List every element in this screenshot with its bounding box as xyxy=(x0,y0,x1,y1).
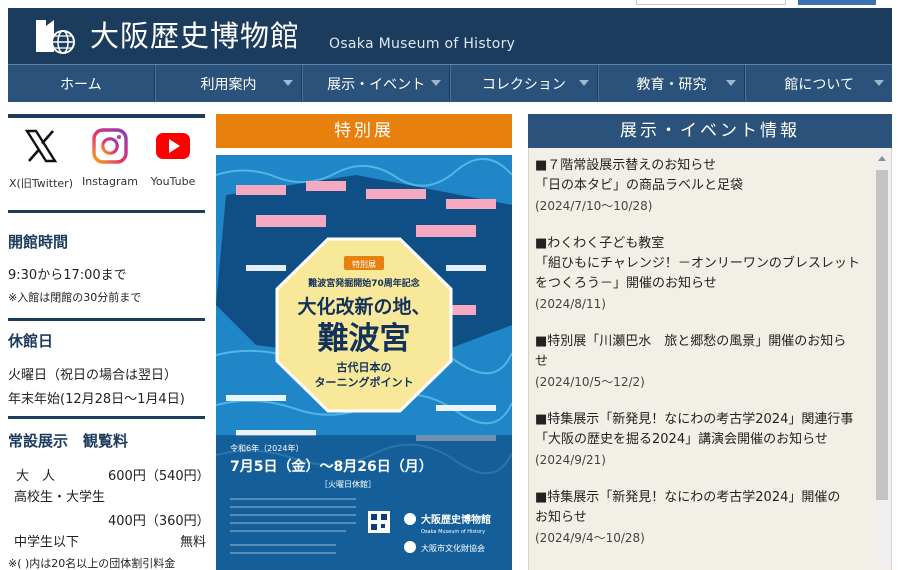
fee-student-price: 400円（360円） xyxy=(108,514,210,529)
event-item[interactable]: ■わくわく子ども教室 「組ひもにチャレンジ！－オンリーワンのブレスレット をつく… xyxy=(535,234,873,314)
nav-label: ホーム xyxy=(60,76,102,93)
events-heading: 展示・イベント情報 xyxy=(528,114,892,148)
fee-child-price: 無料 xyxy=(180,535,207,550)
hours-time: 9:30から17:00まで xyxy=(8,268,127,283)
nav-exhibitions[interactable]: 展示・イベント xyxy=(302,65,451,102)
event-item[interactable]: ■特集展示「新発見！なにわの考古学2024」開催の お知らせ (2024/9/4… xyxy=(535,488,873,548)
chevron-down-icon xyxy=(726,80,737,86)
event-item[interactable]: ■特別展「川瀬巴水 旅と郷愁の風景」開催のお知ら せ (2024/10/5～12… xyxy=(535,332,873,392)
nav-label: コレクション xyxy=(481,76,566,93)
poster-year: 令和6年（2024年） xyxy=(230,443,303,453)
nav-about[interactable]: 館について xyxy=(745,65,892,102)
event-title: ■わくわく子ども教室 xyxy=(535,236,665,251)
poster-museum-name-en: Osaka Museum of History xyxy=(421,529,485,535)
poster-tagline1: 古代日本の xyxy=(337,360,392,374)
sns-label: X(旧Twitter) xyxy=(9,177,73,190)
sidebar: X(旧Twitter) Instagram YouTube 開館時間 9:30か… xyxy=(8,114,210,570)
fee-student-label: 高校生・大学生 xyxy=(14,490,106,505)
event-title: せ xyxy=(535,354,549,369)
sns-label: Instagram xyxy=(82,175,138,188)
hours-title: 開館時間 xyxy=(8,233,69,251)
divider xyxy=(8,416,205,419)
divider xyxy=(8,114,205,118)
closed-days: 火曜日（祝日の場合は翌日） xyxy=(8,368,178,383)
fee-title: 常設展示 観覧料 xyxy=(8,432,129,450)
search-input[interactable] xyxy=(636,0,786,5)
sns-links: X(旧Twitter) Instagram YouTube xyxy=(8,128,205,208)
nav-education[interactable]: 教育・研究 xyxy=(597,65,746,102)
chevron-down-icon xyxy=(874,80,885,86)
instagram-icon xyxy=(92,128,128,164)
special-exhibition-poster[interactable]: 特別展 難波宮発掘開始70周年記念 大化改新の地、 難波宮 古代日本の ターニン… xyxy=(216,155,512,570)
event-title: ■特集展示「新発見！なにわの考古学2024」開催の xyxy=(535,490,841,505)
sns-link-instagram[interactable]: Instagram xyxy=(77,128,143,188)
poster-title-line1: 大化改新の地、 xyxy=(297,295,430,318)
event-date: (2024/9/21) xyxy=(535,453,606,467)
special-exhibition-heading: 特別展 xyxy=(216,114,512,148)
event-title: 「日の本タビ」の商品ラベルと足袋 xyxy=(535,178,744,193)
event-title: をつくろう－」開催のお知らせ xyxy=(535,276,717,291)
hours-note: ※入館は閉館の30分前まで xyxy=(8,291,142,304)
sns-link-x[interactable]: X(旧Twitter) xyxy=(8,128,74,191)
divider xyxy=(8,318,205,321)
events-list: ■７階常設展示替えのお知らせ 「日の本タビ」の商品ラベルと足袋 (2024/7/… xyxy=(535,156,873,566)
event-title: 「組ひもにチャレンジ！－オンリーワンのブレスレット xyxy=(535,256,860,271)
event-item[interactable]: ■７階常設展示替えのお知らせ 「日の本タビ」の商品ラベルと足袋 (2024/7/… xyxy=(535,156,873,216)
chevron-down-icon xyxy=(578,80,589,86)
poster-subtitle: 難波宮発掘開始70周年記念 xyxy=(308,277,420,289)
site-title-english: Osaka Museum of History xyxy=(329,36,516,52)
divider xyxy=(8,210,205,213)
chevron-down-icon xyxy=(283,80,294,86)
poster-museum-name: 大阪歴史博物館 xyxy=(421,513,491,526)
fee-child-label: 中学生以下 xyxy=(14,535,80,550)
nav-label: 教育・研究 xyxy=(636,76,707,93)
poster-closed: ［火曜日休館］ xyxy=(320,479,376,489)
site-header: 大阪歴史博物館 Osaka Museum of History xyxy=(8,8,892,64)
event-date: (2024/9/4～10/28) xyxy=(535,531,645,545)
site-title[interactable]: 大阪歴史博物館 xyxy=(90,14,300,58)
event-item[interactable]: ■特集展示「新発見！なにわの考古学2024」関連行事 「大阪の歴史を掘る2024… xyxy=(535,410,873,470)
events-scrollbar[interactable] xyxy=(874,152,890,566)
nav-collection[interactable]: コレクション xyxy=(450,65,598,102)
museum-logo-icon[interactable] xyxy=(34,16,76,56)
events-panel: ■７階常設展示替えのお知らせ 「日の本タビ」の商品ラベルと足袋 (2024/7/… xyxy=(528,148,892,570)
poster-badge: 特別展 xyxy=(352,259,376,269)
nav-label: 展示・イベント xyxy=(327,76,426,93)
event-title: ■特集展示「新発見！なにわの考古学2024」関連行事 xyxy=(535,412,854,427)
event-title: ■特別展「川瀬巴水 旅と郷愁の風景」開催のお知ら xyxy=(535,334,847,349)
fee-note: ※( )内は20名以上の団体割引料金 xyxy=(8,557,176,570)
event-title: 「大阪の歴史を掘る2024」講演会開催のお知らせ xyxy=(535,432,828,447)
nav-label: 利用案内 xyxy=(200,76,257,93)
nav-home[interactable]: ホーム xyxy=(8,65,155,102)
sns-label: YouTube xyxy=(150,175,196,188)
poster-dates: 7月5日（金）～8月26日（月） xyxy=(230,458,433,475)
youtube-icon xyxy=(156,133,190,159)
main-nav: ホーム 利用案内 展示・イベント コレクション 教育・研究 館について xyxy=(8,64,892,102)
chevron-down-icon xyxy=(431,80,442,86)
fee-adult-price: 600円（540円） xyxy=(108,469,210,484)
poster-tagline2: ターニングポイント xyxy=(315,375,414,389)
closed-newyear: 年末年始(12月28日～1月4日) xyxy=(8,392,185,407)
search-button[interactable] xyxy=(798,0,876,5)
poster-assoc-name: 大阪市文化財協会 xyxy=(421,543,485,553)
fee-adult-label: 大 人 xyxy=(16,469,56,484)
poster-artwork: 特別展 難波宮発掘開始70周年記念 大化改新の地、 難波宮 古代日本の ターニン… xyxy=(216,155,512,570)
nav-label: 館について xyxy=(784,76,854,93)
scroll-up-arrow-icon[interactable] xyxy=(878,156,886,161)
event-date: (2024/7/10～10/28) xyxy=(535,199,653,213)
sns-link-youtube[interactable]: YouTube xyxy=(140,128,206,188)
event-date: (2024/8/11) xyxy=(535,297,606,311)
poster-title-line2: 難波宮 xyxy=(318,321,411,357)
event-title: ■７階常設展示替えのお知らせ xyxy=(535,158,717,173)
closed-title: 休館日 xyxy=(8,332,54,350)
x-icon xyxy=(24,129,58,163)
scrollbar-thumb[interactable] xyxy=(876,170,888,500)
event-date: (2024/10/5～12/2) xyxy=(535,375,645,389)
nav-guide[interactable]: 利用案内 xyxy=(154,65,303,102)
event-title: お知らせ xyxy=(535,510,587,525)
